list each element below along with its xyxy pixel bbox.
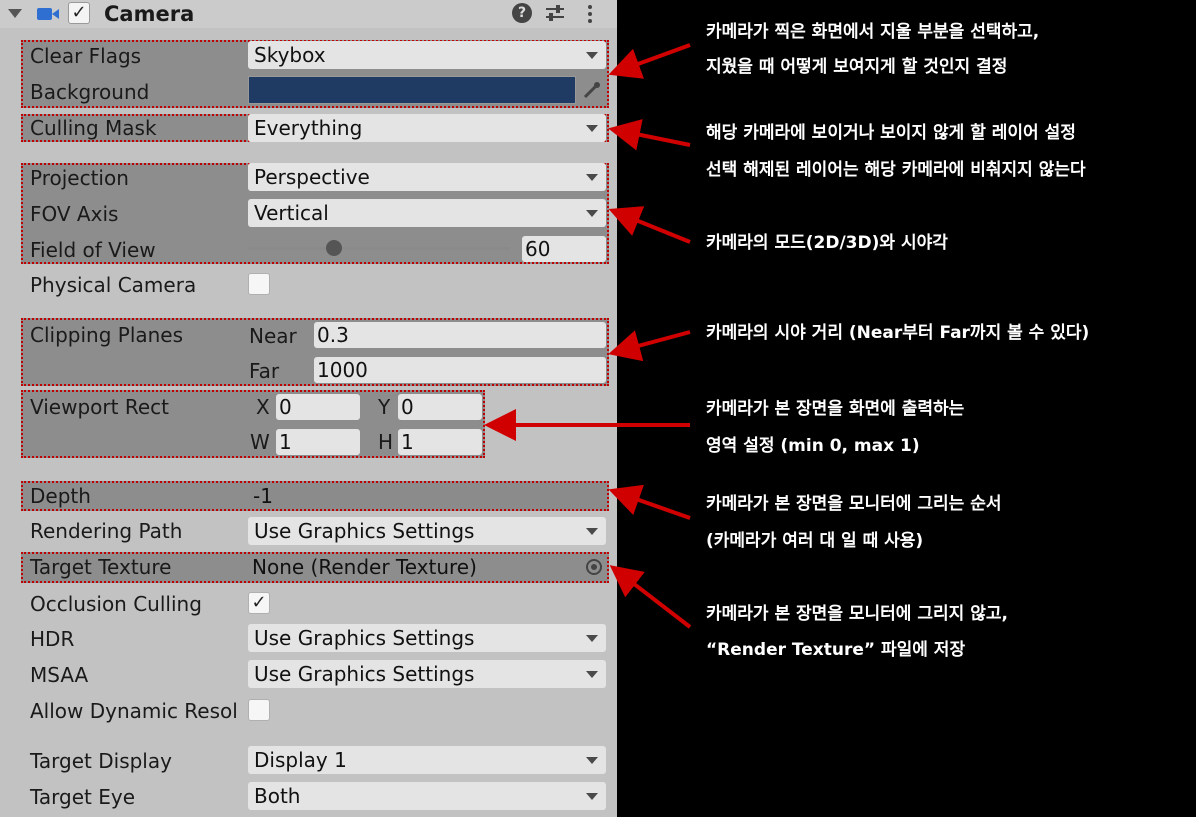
annotation-projection: 카메라의 모드(2D/3D)와 시야각 (706, 233, 948, 253)
annotation-clear-flags-line1: 카메라가 찍은 화면에서 지울 부분을 선택하고, (706, 22, 1040, 42)
annotation-clipping: 카메라의 시야 거리 (Near부터 Far까지 볼 수 있다) (706, 323, 1090, 343)
annotation-depth-line1: 카메라가 본 장면을 모니터에 그리는 순서 (706, 494, 1002, 514)
annotation-culling-line1: 해당 카메라에 보이거나 보이지 않게 할 레이어 설정 (706, 123, 1076, 143)
arrow-target-texture (609, 565, 692, 629)
annotation-viewport-line2: 영역 설정 (min 0, max 1) (706, 436, 920, 456)
arrow-clear-flags (608, 43, 691, 79)
arrow-projection (608, 206, 691, 244)
annotation-culling-line2: 선택 해제된 레이어는 해당 카메라에 비춰지지 않는다 (706, 160, 1086, 180)
annotation-depth-line2: (카메라가 여러 대 일 때 사용) (706, 531, 924, 551)
annotation-viewport-line1: 카메라가 본 장면을 화면에 출력하는 (706, 399, 965, 419)
arrow-culling-mask (608, 119, 691, 151)
annotation-target-line2: “Render Texture” 파일에 저장 (706, 640, 966, 660)
annotation-target-line1: 카메라가 본 장면을 모니터에 그리지 않고, (706, 604, 1008, 624)
annotation-clear-flags-line2: 지웠을 때 어떻게 보여지게 할 것인지 결정 (706, 57, 1008, 77)
arrow-clipping-planes (608, 330, 691, 362)
arrow-depth (608, 484, 691, 520)
